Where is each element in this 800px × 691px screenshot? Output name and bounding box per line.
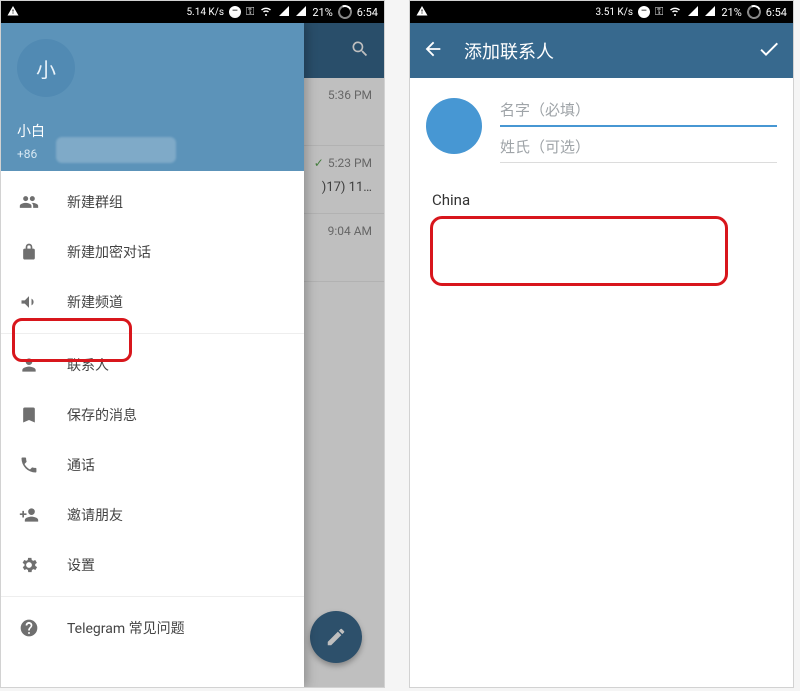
first-name-field[interactable] [500, 96, 777, 127]
phone-input[interactable]: --- ---- ---- [481, 221, 551, 240]
nav-drawer: 小 小白 +86 新建群组 新建加密对话 [1, 23, 304, 687]
battery-percent: 21% [721, 6, 741, 19]
screenshot-left: 5.14 K/s – ⚿ 21% 6:54 5:36 PM [0, 0, 385, 688]
clock: 6:54 [766, 6, 787, 19]
signal-icon-2 [295, 5, 307, 20]
drawer-item-label: 邀请朋友 [67, 505, 123, 525]
status-bar: 5.14 K/s – ⚿ 21% 6:54 [1, 1, 384, 23]
page-title: 添加联系人 [464, 38, 554, 64]
drawer-item-label: 联系人 [67, 355, 109, 375]
battery-ring-icon [745, 3, 763, 21]
group-icon [19, 192, 39, 212]
redacted-blur [56, 137, 176, 163]
add-contact-form: China +86 --- ---- ---- [410, 78, 793, 258]
dnd-icon: – [638, 6, 650, 18]
drawer-list: 新建群组 新建加密对话 新建频道 [1, 171, 304, 687]
person-add-icon [19, 505, 39, 525]
status-bar: 3.51 K/s – ⚿ 21% 6:54 [410, 1, 793, 23]
avatar-initial: 小 [36, 54, 56, 83]
alert-icon [416, 5, 428, 20]
divider [1, 596, 304, 597]
lock-icon [19, 242, 39, 262]
drawer-item-calls[interactable]: 通话 [1, 440, 304, 490]
last-name-field[interactable] [500, 133, 777, 163]
drawer-item-saved[interactable]: 保存的消息 [1, 390, 304, 440]
done-icon[interactable] [757, 37, 781, 65]
signal-icon [687, 5, 699, 20]
bookmark-icon [19, 405, 39, 425]
gear-icon [19, 555, 39, 575]
avatar: 小 [17, 39, 75, 97]
drawer-item-label: 保存的消息 [67, 405, 137, 425]
dial-code[interactable]: +86 [432, 221, 459, 240]
vpn-icon: ⚿ [655, 5, 663, 19]
drawer-item-label: 设置 [67, 555, 95, 575]
clock: 6:54 [357, 6, 378, 19]
wifi-icon [668, 5, 682, 20]
divider [1, 333, 304, 334]
drawer-item-new-group[interactable]: 新建群组 [1, 177, 304, 227]
account-phone: +86 [17, 147, 37, 161]
drawer-item-label: Telegram 常见问题 [67, 618, 185, 638]
vpn-icon: ⚿ [246, 5, 254, 19]
add-contact-header: 添加联系人 [410, 23, 793, 78]
alert-icon [7, 5, 19, 20]
wifi-icon [259, 5, 273, 20]
megaphone-icon [19, 292, 39, 312]
person-icon [19, 355, 39, 375]
drawer-item-settings[interactable]: 设置 [1, 540, 304, 590]
drawer-item-contacts[interactable]: 联系人 [1, 340, 304, 390]
screenshot-right: 3.51 K/s – ⚿ 21% 6:54 添加联系人 [409, 0, 794, 688]
drawer-item-label: 新建加密对话 [67, 242, 151, 262]
drawer-item-label: 新建频道 [67, 292, 123, 312]
net-speed: 5.14 K/s [186, 7, 224, 18]
drawer-item-label: 通话 [67, 455, 95, 475]
signal-icon [278, 5, 290, 20]
signal-icon-2 [704, 5, 716, 20]
battery-ring-icon [336, 3, 354, 21]
help-icon [19, 618, 39, 638]
account-name: 小白 [17, 121, 45, 141]
phone-icon [19, 455, 39, 475]
drawer-item-faq[interactable]: Telegram 常见问题 [1, 603, 304, 653]
drawer-item-new-channel[interactable]: 新建频道 [1, 277, 304, 327]
net-speed: 3.51 K/s [595, 7, 633, 18]
drawer-item-label: 新建群组 [67, 192, 123, 212]
drawer-header[interactable]: 小 小白 +86 [1, 23, 304, 171]
dnd-icon: – [229, 6, 241, 18]
country-selector[interactable]: China [432, 191, 777, 209]
contact-avatar[interactable] [426, 98, 482, 154]
battery-percent: 21% [312, 6, 332, 19]
drawer-item-secret-chat[interactable]: 新建加密对话 [1, 227, 304, 277]
drawer-item-invite[interactable]: 邀请朋友 [1, 490, 304, 540]
back-icon[interactable] [422, 38, 444, 64]
